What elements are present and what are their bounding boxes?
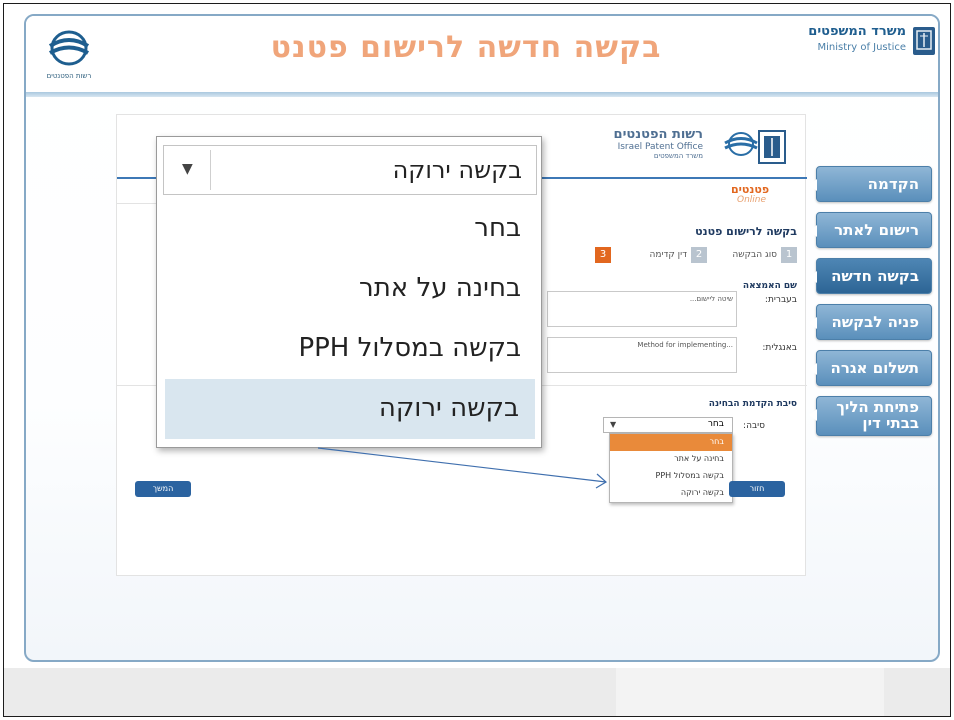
- content-panel: רשות הפטנטים בקשה חדשה לרישום פטנט משרד …: [24, 14, 940, 662]
- header-divider: [26, 92, 938, 97]
- nav-item-intro[interactable]: הקדמה: [816, 166, 932, 202]
- hebrew-label: בעברית:: [765, 295, 797, 305]
- nav-item-new-application[interactable]: בקשה חדשה: [816, 258, 932, 294]
- ministry-name-he: משרד המשפטים: [808, 24, 906, 39]
- nav-arrow-icon: [809, 271, 817, 283]
- zoomed-option[interactable]: בחר: [163, 199, 537, 259]
- invention-name-label: שם האמצאה: [743, 281, 797, 291]
- bottom-band: [4, 668, 950, 716]
- wizard-step-current[interactable]: 3: [591, 247, 611, 267]
- english-name-input[interactable]: Method for implementing...: [547, 337, 737, 373]
- reason-option[interactable]: בחר: [610, 434, 732, 451]
- step-label: דין קדימה: [649, 250, 687, 260]
- select-separator: [210, 150, 211, 190]
- logo-caption: רשות הפטנטים: [34, 72, 104, 80]
- dropdown-arrow-icon: ▼: [182, 161, 193, 177]
- reason-option[interactable]: בקשה ירוקה: [610, 485, 732, 502]
- dropdown-arrow-icon: ▼: [610, 420, 616, 429]
- nav-item-register-site[interactable]: רישום לאתר: [816, 212, 932, 248]
- nav-item-label: רישום לאתר: [834, 221, 919, 239]
- patent-office-logo: רשות הפטנטים: [34, 26, 104, 86]
- english-label: באנגלית:: [762, 343, 797, 353]
- reason-select[interactable]: בחר ▼: [603, 417, 733, 433]
- patent-office-name-en: Israel Patent Office: [573, 142, 703, 152]
- reason-option[interactable]: בחינה על אתר: [610, 451, 732, 468]
- nav-item-court-proceedings[interactable]: פתיחת הליך בבתי דין: [816, 396, 932, 436]
- continue-button[interactable]: המשך: [135, 481, 191, 497]
- hebrew-name-input[interactable]: שיטה ליישום...: [547, 291, 737, 327]
- nav-arrow-icon: [809, 225, 817, 237]
- step-number: 3: [595, 247, 611, 263]
- step-number: 1: [781, 247, 797, 263]
- zoomed-option[interactable]: בחינה על אתר: [163, 259, 537, 319]
- zoomed-option[interactable]: בקשה במסלול PPH: [163, 319, 537, 379]
- zoomed-dropdown-callout: בקשה ירוקה ▼ בחר בחינה על אתר בקשה במסלו…: [156, 136, 542, 448]
- nav-arrow-icon: [809, 409, 817, 421]
- patents-online-sub: Online: [737, 195, 766, 205]
- form-title: בקשה לרישום פטנט: [657, 225, 797, 238]
- zoomed-options-list: בחר בחינה על אתר בקשה במסלול PPH בקשה יר…: [163, 199, 537, 439]
- nav-item-label: תשלום אגרה: [831, 359, 919, 377]
- nav-item-application-request[interactable]: פניה לבקשה: [816, 304, 932, 340]
- wizard-steps: 1 סוג הבקשה 2 דין קדימה 3: [557, 247, 797, 269]
- ministry-name-en: Ministry of Justice: [817, 42, 906, 53]
- zoomed-select-value: בקשה ירוקה: [393, 156, 522, 184]
- state-emblem-icon: [757, 129, 787, 165]
- ministry-brand: משרד המשפטים Ministry of Justice: [800, 24, 936, 64]
- step-label: סוג הבקשה: [732, 250, 777, 260]
- patent-office-swoosh-icon: [721, 129, 761, 159]
- nav-item-label: פניה לבקשה: [831, 313, 919, 331]
- wizard-step[interactable]: 2 דין קדימה: [649, 247, 707, 267]
- state-emblem-icon: [912, 26, 936, 56]
- step-number: 2: [691, 247, 707, 263]
- patent-office-name-he: רשות הפטנטים: [573, 127, 703, 142]
- back-button[interactable]: חזור: [729, 481, 785, 497]
- reason-select-value: בחר: [708, 419, 724, 429]
- nav-item-fee-payment[interactable]: תשלום אגרה: [816, 350, 932, 386]
- bottom-band-highlight: [616, 668, 884, 716]
- nav-item-label: הקדמה: [868, 175, 919, 193]
- reason-option[interactable]: בקשה במסלול PPH: [610, 468, 732, 485]
- page-title: בקשה חדשה לרישום פטנט: [206, 30, 726, 78]
- reason-options-list: בחר בחינה על אתר בקשה במסלול PPH בקשה יר…: [609, 433, 733, 503]
- nav-item-label: פתיחת הליך בבתי דין: [836, 398, 919, 432]
- zoomed-option-highlighted[interactable]: בקשה ירוקה: [165, 379, 535, 439]
- patent-office-ministry: משרד המשפטים: [573, 152, 703, 160]
- reason-label: סיבה:: [743, 421, 765, 431]
- zoomed-select[interactable]: בקשה ירוקה ▼: [163, 145, 537, 195]
- patent-office-logo-icon: [34, 26, 104, 72]
- priority-section-label: סיבת הקדמת הבחינה: [709, 399, 797, 409]
- patent-office-name: רשות הפטנטים Israel Patent Office משרד ה…: [573, 127, 703, 160]
- nav-arrow-icon: [809, 363, 817, 375]
- wizard-step[interactable]: 1 סוג הבקשה: [732, 247, 797, 267]
- nav-arrow-icon: [809, 317, 817, 329]
- nav-arrow-icon: [809, 179, 817, 191]
- nav-item-label: בקשה חדשה: [831, 267, 919, 285]
